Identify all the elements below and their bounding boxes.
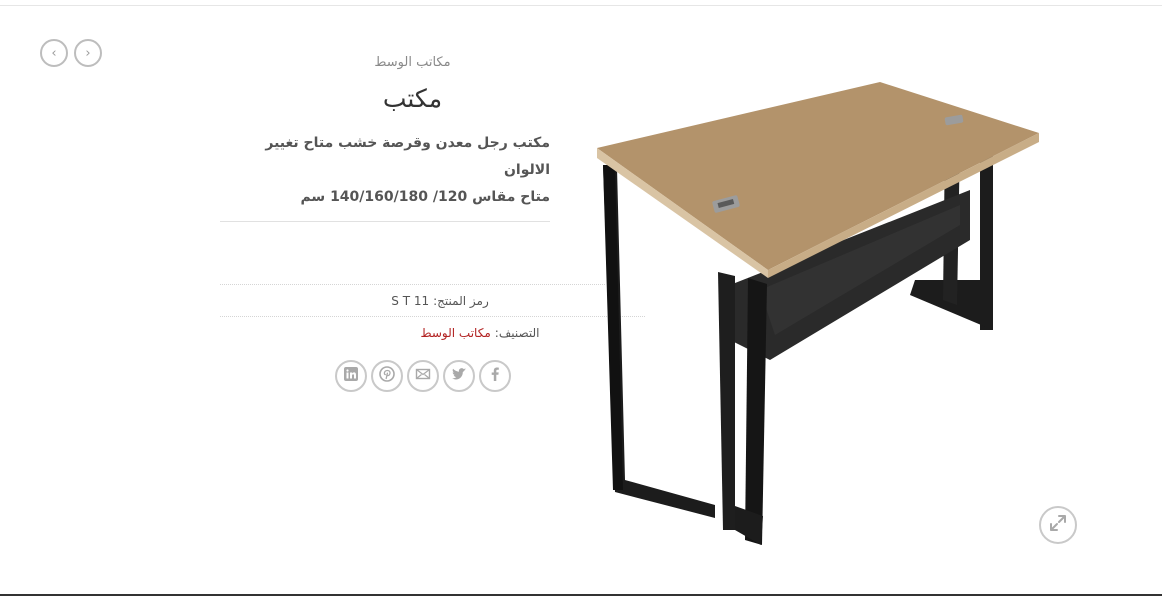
category-row: التصنيف: مكاتب الوسط bbox=[220, 316, 645, 348]
sku-value: S T 11 bbox=[391, 293, 430, 308]
facebook-icon bbox=[487, 366, 503, 386]
product-description: مكتب رجل معدن وقرصة خشب متاح تغيير الالو… bbox=[220, 130, 550, 211]
product-image[interactable] bbox=[585, 40, 1055, 560]
breadcrumb[interactable]: مكاتب الوسط bbox=[220, 55, 605, 70]
next-product-button[interactable]: › bbox=[74, 39, 102, 67]
previous-product-button[interactable]: ‹ bbox=[40, 39, 68, 67]
expand-icon bbox=[1048, 513, 1068, 537]
twitter-icon bbox=[451, 366, 467, 386]
email-icon bbox=[415, 366, 431, 386]
pinterest-icon bbox=[378, 366, 395, 386]
linkedin-icon bbox=[343, 366, 359, 386]
description-line: مكتب رجل معدن وقرصة خشب متاح تغيير الالو… bbox=[265, 135, 550, 178]
zoom-button[interactable] bbox=[1039, 506, 1077, 544]
share-twitter-button[interactable] bbox=[442, 360, 475, 392]
sku-label: رمز المنتج: bbox=[433, 293, 489, 308]
share-pinterest-button[interactable] bbox=[370, 360, 403, 392]
sku-row: رمز المنتج: S T 11 bbox=[220, 284, 605, 316]
product-summary: مكاتب الوسط مكتب مكتب رجل معدن وقرصة خشب… bbox=[220, 55, 645, 392]
category-label: التصنيف: bbox=[494, 325, 540, 340]
share-icons bbox=[295, 360, 550, 392]
top-divider bbox=[0, 5, 1162, 6]
desk-illustration bbox=[597, 82, 1039, 545]
share-linkedin-button[interactable] bbox=[334, 360, 367, 392]
chevron-left-icon: ‹ bbox=[51, 45, 57, 61]
description-line: متاح مقاس 120/ 140/160/180 سم bbox=[300, 189, 550, 205]
chevron-right-icon: › bbox=[85, 45, 91, 61]
product-title: مكتب bbox=[382, 84, 443, 113]
category-link[interactable]: مكاتب الوسط bbox=[420, 326, 490, 340]
share-facebook-button[interactable] bbox=[478, 360, 511, 392]
share-email-button[interactable] bbox=[406, 360, 439, 392]
